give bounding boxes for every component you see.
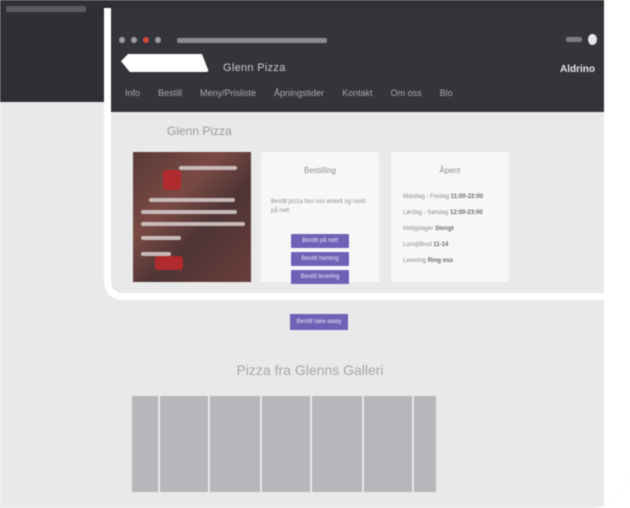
- nav-item[interactable]: Blo: [440, 88, 453, 98]
- reload-icon[interactable]: [155, 37, 161, 43]
- photo-text-line: [141, 236, 181, 240]
- browser-window: Glenn Pizza Aldrino Info Bestill Meny/Pr…: [104, 8, 630, 300]
- hours-panel-title: Åpent: [439, 166, 461, 175]
- hours-panel: Åpent Mandag - Fredag 11:00-22:00 Lørdag…: [391, 152, 509, 282]
- gallery-image[interactable]: [210, 396, 260, 492]
- section-title: Glenn Pizza: [167, 124, 232, 138]
- photo-caption: [179, 166, 237, 170]
- record-icon[interactable]: [143, 37, 149, 43]
- screenshot-frame: Bestill take-away Pizza fra Glenns Galle…: [0, 0, 630, 508]
- hours-row: Lørdag - Søndag 12:00-23:00: [403, 210, 483, 216]
- gallery-image[interactable]: [160, 396, 208, 492]
- brand-name: Glenn Pizza: [223, 62, 286, 74]
- hours-row: Levering Ring oss: [403, 258, 454, 264]
- photo-text-line: [141, 210, 237, 214]
- gallery: [132, 396, 436, 492]
- order-pickup-button[interactable]: Bestill henting: [291, 252, 349, 266]
- photo-text-line: [141, 222, 245, 226]
- nav-item[interactable]: Meny/Prisliste: [200, 88, 256, 98]
- gallery-image[interactable]: [364, 396, 412, 492]
- main-nav: Info Bestill Meny/Prisliste Åpningstider…: [125, 88, 453, 98]
- site-logo[interactable]: [121, 54, 209, 72]
- profile-avatar-icon[interactable]: [588, 34, 597, 45]
- header-right-text[interactable]: Aldrino: [560, 64, 595, 75]
- order-online-button[interactable]: Bestill på nett: [291, 234, 349, 248]
- pizza-photo: [133, 152, 251, 282]
- site-header: Glenn Pizza Aldrino Info Bestill Meny/Pr…: [111, 8, 623, 112]
- hours-row: Lunsjtilbud 11-14: [403, 242, 449, 248]
- nav-item[interactable]: Info: [125, 88, 140, 98]
- order-panel-description: Bestill pizza hos oss enkelt og raskt på…: [271, 199, 366, 214]
- gallery-image[interactable]: [132, 396, 158, 492]
- nav-item[interactable]: Om oss: [391, 88, 422, 98]
- nav-item[interactable]: Kontakt: [342, 88, 373, 98]
- gallery-image[interactable]: [312, 396, 362, 492]
- extra-order-button[interactable]: Bestill take-away: [290, 314, 348, 330]
- browser-toolbar: [119, 34, 327, 46]
- gallery-title: Pizza fra Glenns Galleri: [236, 362, 384, 378]
- order-panel-title: Bestilling: [303, 166, 336, 175]
- order-delivery-button[interactable]: Bestill levering: [291, 270, 349, 284]
- photo-accent: [163, 170, 181, 190]
- frame-edge: [604, 0, 630, 508]
- nav-item[interactable]: Åpningstider: [274, 88, 324, 98]
- gallery-image[interactable]: [414, 396, 436, 492]
- hours-row: Helligdager Stengt: [403, 226, 454, 232]
- outer-tab-label: [6, 6, 86, 12]
- order-panel: Bestilling Bestill pizza hos oss enkelt …: [261, 152, 379, 284]
- photo-text-line: [149, 198, 235, 202]
- nav-item[interactable]: Bestill: [158, 88, 182, 98]
- gallery-image[interactable]: [262, 396, 310, 492]
- back-icon[interactable]: [119, 37, 125, 43]
- address-bar[interactable]: [177, 37, 327, 43]
- browser-toolbar-right: [566, 34, 597, 45]
- hours-row: Mandag - Fredag 11:00-22:00: [403, 194, 484, 200]
- forward-icon[interactable]: [131, 37, 137, 43]
- photo-accent: [155, 256, 183, 270]
- profile-label[interactable]: [566, 37, 582, 42]
